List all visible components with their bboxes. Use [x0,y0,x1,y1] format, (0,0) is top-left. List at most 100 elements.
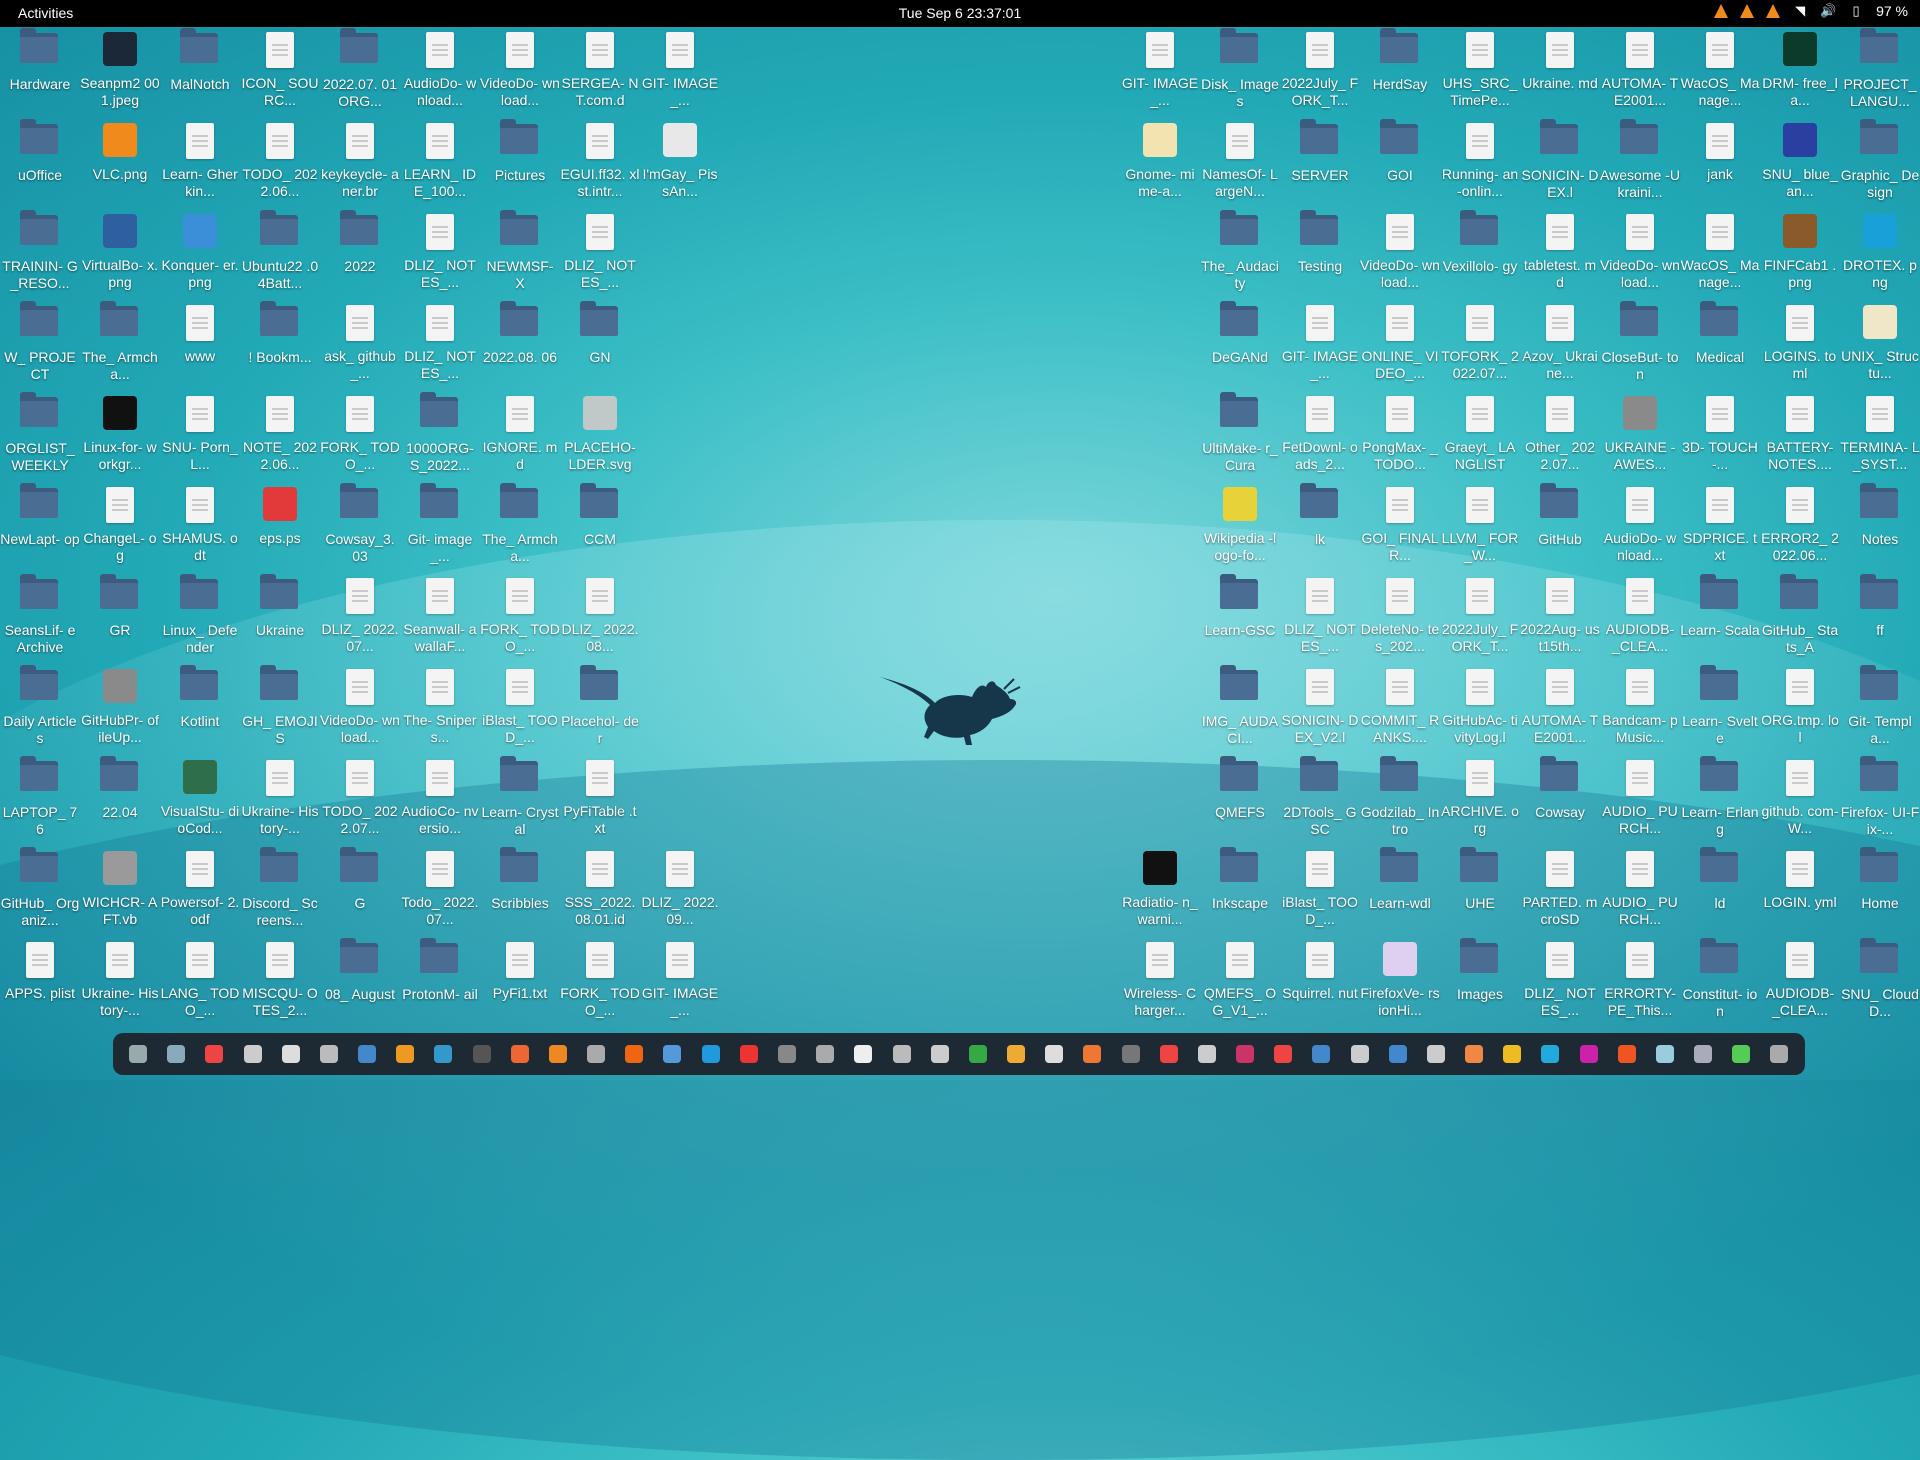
desktop-icon[interactable]: TOFORK_ 2022.07... [1440,300,1520,391]
desktop-icon[interactable]: ld [1680,846,1760,937]
desktop-icon[interactable]: MISCQU- OTES_2... [240,937,320,1028]
desktop-icon[interactable]: DROTEX. png [1840,209,1920,300]
desktop-icon[interactable]: FirefoxVe- rsionHi... [1360,937,1440,1028]
desktop-icon[interactable]: HerdSay [1360,27,1440,118]
clock[interactable]: Tue Sep 6 23:37:01 [899,5,1021,21]
desktop-icon[interactable]: Testing [1280,209,1360,300]
desktop-icon[interactable]: IGNORE. md [480,391,560,482]
desktop-icon[interactable]: Running- an-onlin... [1440,118,1520,209]
desktop-icon[interactable]: AUDIO_ PURCH... [1600,846,1680,937]
desktop-icon[interactable]: TODO_ 2022.07... [320,755,400,846]
desktop-icon[interactable]: VideoDo- wnload... [1360,209,1440,300]
desktop-icon[interactable]: FetDownl- oads_2... [1280,391,1360,482]
desktop-icon[interactable]: ! Bookm... [240,300,320,391]
desktop-icon[interactable]: FINFCab1 .png [1760,209,1840,300]
desktop-icon[interactable]: Constitut- ion [1680,937,1760,1028]
desktop-icon[interactable]: APPS. plist [0,937,80,1028]
dock-app-icon[interactable] [1388,1045,1407,1063]
vlc-icon[interactable] [1714,4,1729,18]
desktop-icon[interactable]: 1000ORG- S_2022... [400,391,480,482]
desktop-icon[interactable]: github. com-W... [1760,755,1840,846]
desktop-icon[interactable]: 2022July_ FORK_T... [1440,573,1520,664]
desktop-icon[interactable]: Cowsay_3. 03 [320,482,400,573]
desktop-icon[interactable]: ICON_ SOURC... [240,27,320,118]
desktop-icon[interactable]: BATTERY- NOTES.... [1760,391,1840,482]
desktop-icon[interactable]: Seanwall- awallaF... [400,573,480,664]
activities-button[interactable]: Activities [18,5,73,21]
desktop-icon[interactable]: lk [1280,482,1360,573]
dock-app-icon[interactable] [510,1045,529,1063]
desktop-icon[interactable]: DLIZ_ NOTES_... [400,209,480,300]
desktop-icon[interactable]: GitHubPr- ofileUp... [80,664,160,755]
desktop-icon[interactable]: GitHub_ Stats_A [1760,573,1840,664]
desktop-icon[interactable]: GH_ EMOJIS [240,664,320,755]
desktop-icon[interactable]: ORGLIST_ WEEKLY [0,391,80,482]
desktop-icon[interactable]: Bandcam- pMusic... [1600,664,1680,755]
desktop-icon[interactable]: QMEFS [1200,755,1280,846]
desktop-icon[interactable]: CCM [560,482,640,573]
desktop-icon[interactable]: Pictures [480,118,560,209]
desktop-icon[interactable]: DLIZ_ 2022.09... [640,846,720,937]
desktop-icon[interactable]: Notes [1840,482,1920,573]
desktop-icon[interactable]: Discord_ Screens... [240,846,320,937]
desktop-icon[interactable]: SDPRICE. txt [1680,482,1760,573]
desktop-icon[interactable]: ChangeL- og [80,482,160,573]
desktop-icon[interactable]: TODO_ 2022.06... [240,118,320,209]
desktop-icon[interactable]: DeleteNo- tes_202... [1360,573,1440,664]
dock-app-icon[interactable] [968,1045,987,1063]
desktop-icon[interactable]: GitHubAc- tivityLog.l [1440,664,1520,755]
desktop-icon[interactable]: AudioDo- wnload... [1600,482,1680,573]
dock-app-icon[interactable] [1350,1045,1369,1063]
desktop-icon[interactable]: NamesOf- LargeN... [1200,118,1280,209]
dock-app-icon[interactable] [319,1045,338,1063]
desktop-icon[interactable]: GOI_ FINALR... [1360,482,1440,573]
dock-app-icon[interactable] [1083,1045,1102,1063]
desktop-icon[interactable]: TERMINA- L_SYST... [1840,391,1920,482]
dock-app-icon[interactable] [1426,1045,1445,1063]
desktop-icon[interactable]: GOI [1360,118,1440,209]
desktop-icon[interactable]: Learn-wdl [1360,846,1440,937]
desktop-icon[interactable]: Medical [1680,300,1760,391]
desktop-icon[interactable]: ARCHIVE. org [1440,755,1520,846]
desktop-icon[interactable]: VideoDo- wnload... [480,27,560,118]
battery-percentage[interactable]: 97 % [1876,3,1908,19]
desktop-icon[interactable]: Git- image_... [400,482,480,573]
desktop-icon[interactable]: Vexillolo- gy [1440,209,1520,300]
desktop-icon[interactable]: DLIZ_ 2022.08... [560,573,640,664]
desktop-icon[interactable]: G [320,846,400,937]
desktop-icon[interactable]: Graphic_ Design [1840,118,1920,209]
desktop-icon[interactable]: AUTOMA- TE2001... [1520,664,1600,755]
desktop-icon[interactable]: UNIX_ Structu... [1840,300,1920,391]
desktop-icon[interactable]: Linux_ Defender [160,573,240,664]
desktop-icon[interactable]: Azov_ Ukraine... [1520,300,1600,391]
dock-app-icon[interactable] [1197,1045,1216,1063]
desktop-icon[interactable]: ask_ github_... [320,300,400,391]
desktop-icon[interactable]: PARTED. mcroSD [1520,846,1600,937]
desktop-icon[interactable]: Gnome- mime-a... [1120,118,1200,209]
desktop-icon[interactable]: The_ Audacity [1200,209,1280,300]
desktop-icon[interactable]: AudioCo- nversio... [400,755,480,846]
desktop-icon[interactable]: IMG_ AUDACI... [1200,664,1280,755]
desktop-icon[interactable]: SNU- Porn_L... [160,391,240,482]
desktop-icon[interactable]: The_ Armcha... [480,482,560,573]
desktop-icon[interactable]: Learn- Scala [1680,573,1760,664]
dock-app-icon[interactable] [1770,1045,1789,1063]
desktop-icon[interactable]: ERRORTY- PE_This... [1600,937,1680,1028]
desktop-icon[interactable]: GIT- IMAGE_... [640,937,720,1028]
desktop-icon[interactable]: LOGINS. toml [1760,300,1840,391]
desktop-icon[interactable]: 2022.07. 01ORG... [320,27,400,118]
dock-app-icon[interactable] [434,1045,453,1063]
desktop-icon[interactable]: SSS_2022. 08.01.id [560,846,640,937]
desktop-icon[interactable]: Cowsay [1520,755,1600,846]
dock-app-icon[interactable] [1732,1045,1751,1063]
desktop-icon[interactable]: Konquer- er.png [160,209,240,300]
system-tray[interactable]: ◥ 🔊 ▯ 97 % [1714,3,1908,19]
desktop-icon[interactable]: ORG.tmp. lol [1760,664,1840,755]
desktop-icon[interactable]: LEARN_ IDE_100... [400,118,480,209]
desktop-icon[interactable]: MalNotch [160,27,240,118]
battery-icon[interactable]: ▯ [1848,3,1864,19]
dock-app-icon[interactable] [625,1045,644,1063]
desktop-icon[interactable]: Learn- Erlang [1680,755,1760,846]
dock-app-icon[interactable] [930,1045,949,1063]
desktop-icon[interactable]: VisualStu- dioCod... [160,755,240,846]
